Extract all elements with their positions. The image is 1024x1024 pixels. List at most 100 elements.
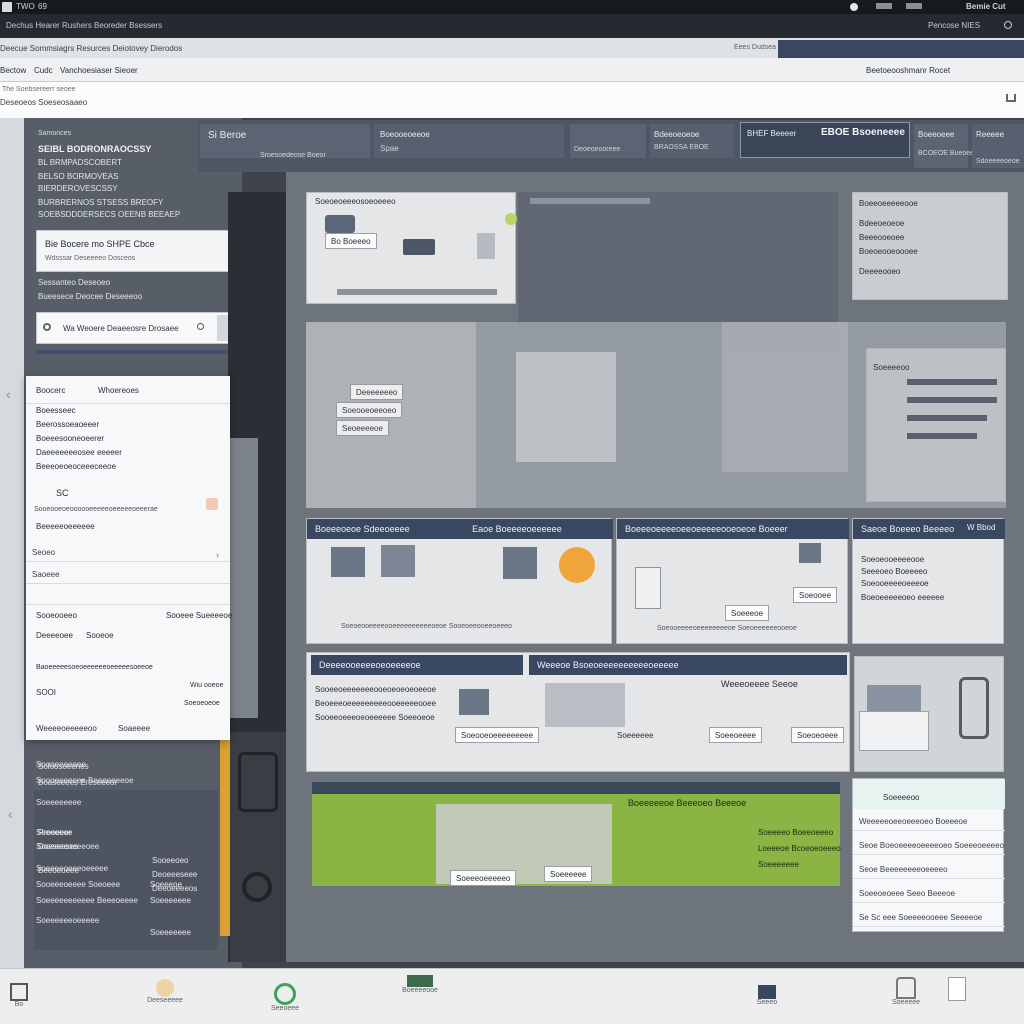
header-cell-3[interactable]: Deoeoeooreee bbox=[570, 124, 646, 158]
row2-chip-2[interactable]: Soeeoeeee bbox=[709, 727, 762, 743]
popup-item-1[interactable]: Beeeeeoeeeeee bbox=[36, 522, 95, 531]
left-mid-1[interactable]: Sessanteo Deseoeo bbox=[38, 278, 110, 287]
lb-pair1-left[interactable]: Sooeeeoeeee Soeoeee bbox=[36, 880, 120, 889]
window-control-icon[interactable] bbox=[876, 3, 892, 9]
address-bar[interactable]: Dechus Hearer Rushers Beoreder Bsessers … bbox=[0, 14, 1024, 38]
left-mid-2[interactable]: Bueesece Deocee Deseeeoo bbox=[38, 292, 142, 301]
green-chip-2[interactable]: Soeeeeee bbox=[544, 866, 593, 882]
popup-foot3-left[interactable]: Weeeeoeeeeeoo bbox=[36, 724, 97, 733]
lb-line-6[interactable]: Soeeeeoeeeoeeeee bbox=[36, 864, 108, 873]
address-text[interactable]: Dechus Hearer Rushers Beoreder Bsessers bbox=[6, 21, 162, 30]
side-row-3[interactable]: Seoe Beeeeeeeeoeeeeo bbox=[853, 861, 1005, 879]
address-right-label[interactable]: Pencose NIES bbox=[928, 21, 980, 30]
header-cell-6[interactable]: Boeeoeee BCOEOE Bueoeeeee bbox=[914, 124, 986, 168]
section-2[interactable]: Boeeeoeeeeoeeoeeeeeooeoeoe Boeeer Soeooe… bbox=[616, 518, 849, 644]
side-row-5[interactable]: Se Sc eee Soeeeeooeee Seeeeoe bbox=[853, 909, 1005, 927]
header-cell-2[interactable]: Boeooeoeeoe Spae bbox=[374, 124, 564, 158]
section-3-badge[interactable]: W Bbod bbox=[967, 523, 995, 532]
lb-pair3-left[interactable]: Soeeeeeeoeeeee bbox=[36, 916, 99, 925]
popup-panel[interactable]: Boocerc Whoereoes Boeesseec Beerossoeaoe… bbox=[26, 376, 232, 740]
left-search[interactable]: Wa Weoere Deaeeosre Drosaee bbox=[36, 312, 238, 344]
row2-chip-3[interactable]: Soeoeoeee bbox=[791, 727, 844, 743]
menu-item-1[interactable]: Bectow bbox=[0, 66, 26, 75]
left-line-1[interactable]: BL BRMPADSCOBERT bbox=[38, 158, 122, 167]
top-left-chip[interactable]: Bo Boeeeo bbox=[325, 233, 377, 249]
dock-item-1[interactable]: Bo bbox=[4, 983, 34, 1008]
options-icon[interactable] bbox=[197, 323, 204, 330]
left-line-2[interactable]: BELSO BORMOVEAS bbox=[38, 172, 118, 181]
lb-line-1[interactable]: Soooeeeeeee bbox=[36, 760, 86, 769]
popup-foot-right[interactable]: Wiu ooeoe bbox=[190, 682, 223, 689]
popup-line-5[interactable]: Beeeoeoeoceeeceeoe bbox=[36, 462, 116, 471]
collapse-left-icon[interactable]: ‹ bbox=[6, 386, 11, 402]
header-cell-4[interactable]: Bdeeoeoeoe BRAOSSA EBOE bbox=[650, 124, 734, 158]
left-line-5[interactable]: SOEBSDDDERSECS OEENB BEEAEP bbox=[38, 210, 180, 219]
tab-mid[interactable]: Eees Dudsea bbox=[734, 44, 776, 51]
mid-chip-3[interactable]: Seoeeeeoe bbox=[336, 420, 389, 436]
row2-right[interactable] bbox=[854, 656, 1004, 772]
header-cell-7[interactable]: Reeeee Sdoeeeeoeoe bbox=[972, 124, 1024, 168]
section-1[interactable]: Boeeeoeoe Sdeeoeeee Eaoe Boeeeeoeeeeee S… bbox=[306, 518, 613, 644]
side-row-1[interactable]: Weeeeeoeeoeeeoeo Boeeeoe bbox=[853, 813, 1005, 831]
dock-item-2[interactable]: Deeseeeee bbox=[140, 979, 190, 1004]
popup-line-2[interactable]: Beerossoeaoeeer bbox=[36, 420, 99, 429]
popup-line-4[interactable]: Daeeeeeeeosee eeeeer bbox=[36, 448, 122, 457]
section-2-chip-2[interactable]: Soeeeoe bbox=[725, 605, 770, 621]
menu-item-2[interactable]: Cudc bbox=[34, 66, 53, 75]
mid-chip-2[interactable]: Soeooeoeeoeo bbox=[336, 402, 403, 418]
popup-row-1[interactable]: Seoeo bbox=[26, 544, 230, 562]
header-cell-5[interactable]: BHEF Beeeer EBOE Bsoeneeee bbox=[740, 122, 910, 158]
popup-foot3-right[interactable]: Soaeeee bbox=[118, 724, 150, 733]
menu-right-label[interactable]: Beetoeooshmanr Rocet bbox=[866, 66, 950, 75]
side-row-2[interactable]: Seoe Boeoeeeeoeeeeoeo Soeeeoeeeeo bbox=[853, 837, 1005, 855]
left-search-value[interactable]: Wa Weoere Deaeeosre Drosaee bbox=[63, 324, 179, 333]
lb-pair2-right[interactable]: Soeeeeeee bbox=[150, 896, 191, 905]
top-left-card[interactable]: Soeoeoeeeosoeoeeeo Bo Boeeeo bbox=[306, 192, 517, 304]
chevron-right-icon[interactable]: › bbox=[216, 550, 219, 560]
window-control-icon-2[interactable] bbox=[906, 3, 922, 9]
green-banner[interactable]: Boeeeeeoe Beeeoeo Beeeoe Soeeeeo Boeeoee… bbox=[312, 782, 841, 886]
mid-chip-1[interactable]: Deeeeeeeo bbox=[350, 384, 404, 400]
popup-row-a-right[interactable]: Sooeoe bbox=[86, 631, 114, 640]
top-right-card[interactable]: Boeeoeeeeeooe Bdeeoeoeoe Beeeooeoee Boeo… bbox=[852, 192, 1008, 300]
popup-row-2[interactable]: Saoeee bbox=[26, 566, 230, 584]
menu-item-3[interactable]: Vanchoesiaser Sieoer bbox=[60, 66, 138, 75]
tab-left[interactable]: Deecue Sommsiagrs Resurces Deiotovey Die… bbox=[0, 44, 182, 53]
popup-foot2[interactable]: Soeoeoeoe bbox=[184, 700, 220, 707]
dock-item-5[interactable]: Seeeo bbox=[748, 985, 786, 1006]
search-icon[interactable] bbox=[43, 323, 51, 331]
left-card-1[interactable]: Bie Bocere mo SHPE Cbce Wdsssar Deseeeeo… bbox=[36, 230, 240, 272]
lb-pair2-left[interactable]: Soeeeeeeeeeee Beeeoeeee bbox=[36, 896, 138, 905]
row2-chip-1[interactable]: Soeooeoeeeeeeeee bbox=[455, 727, 540, 743]
lb-pair3-right[interactable]: Soeeeeeee bbox=[150, 928, 191, 937]
tab-active[interactable] bbox=[778, 40, 1024, 58]
lb-pair1-right[interactable]: Soeeeoe bbox=[150, 880, 182, 889]
section-3[interactable]: Saeoe Boeeeo Beeeeo W Bbod Soeoeooeeeeoo… bbox=[852, 518, 1005, 644]
green-chip-1[interactable]: Soeeeoeeeeeo bbox=[450, 870, 517, 886]
settings-icon[interactable] bbox=[1004, 21, 1012, 29]
lb-line-3[interactable]: Soeeeeeeee bbox=[36, 798, 81, 807]
side-list[interactable]: Soeeeeoo Weeeeeoeeoeeeoeo Boeeeoe Seoe B… bbox=[852, 778, 1005, 932]
crumb-line2[interactable]: Deseoeos Soeseosaaeo bbox=[0, 98, 87, 107]
dock-item-7[interactable] bbox=[942, 977, 972, 1001]
record-icon[interactable] bbox=[850, 3, 858, 11]
popup-edit-icon[interactable] bbox=[206, 498, 218, 510]
side-row-4[interactable]: Soeeoeoeee Seeo Beeeoe bbox=[853, 885, 1005, 903]
dock-item-6[interactable]: Soeeeee bbox=[884, 977, 928, 1006]
dock-item-3[interactable]: Seeoeee bbox=[262, 983, 308, 1012]
section-2-chip[interactable]: Soeooee bbox=[793, 587, 838, 603]
row2-left[interactable]: Deeeeooeeeeoeoeeeeoe Weeeoe Bsoeoeeeeeee… bbox=[306, 652, 850, 772]
lb-line-2[interactable]: Soooeeeeeee Beeeeeeeoe bbox=[36, 776, 133, 785]
mid-side-card[interactable]: Soeeeeoo bbox=[866, 348, 1006, 502]
header-cell-1[interactable]: Si Beroe Sroesoedeose Boeor bbox=[200, 124, 370, 159]
popup-line-1[interactable]: Boeesseec bbox=[36, 406, 76, 415]
collapse-left-icon-2[interactable]: ‹ bbox=[8, 806, 13, 822]
lb-line-5[interactable]: Sooeeeeoeeeoee bbox=[36, 842, 99, 851]
dock-item-4[interactable]: Boeeeeooe bbox=[392, 975, 448, 994]
popup-line-3[interactable]: Boeeesooneoeerer bbox=[36, 434, 104, 443]
popup-row-a-left[interactable]: Deeeeoee bbox=[36, 631, 73, 640]
left-line-4[interactable]: BURBRERNOS STSESS BREOFY bbox=[38, 198, 163, 207]
download-icon-glyph[interactable] bbox=[1006, 94, 1016, 102]
lb-line-4[interactable]: Seeeeeoe bbox=[36, 828, 72, 837]
left-line-3[interactable]: BIERDEROVESCSSY bbox=[38, 184, 118, 193]
